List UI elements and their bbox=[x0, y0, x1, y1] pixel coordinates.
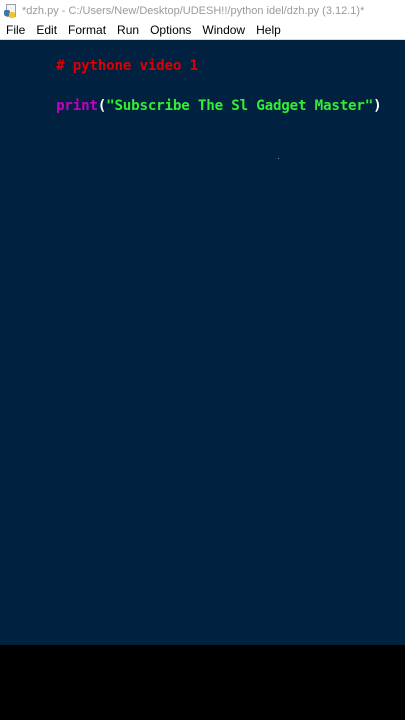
open-paren: ( bbox=[97, 98, 107, 114]
string-literal: "Subscribe The Sl Gadget Master" bbox=[106, 98, 374, 114]
comment-text: # pythone video 1 bbox=[56, 58, 198, 74]
menu-bar: File Edit Format Run Options Window Help bbox=[0, 21, 405, 40]
black-bottom-area bbox=[0, 645, 405, 720]
title-bar[interactable]: *dzh.py - C:/Users/New/Desktop/UDESH!!/p… bbox=[0, 0, 405, 21]
menu-window[interactable]: Window bbox=[196, 21, 250, 40]
menu-run[interactable]: Run bbox=[111, 21, 144, 40]
mouse-pointer-dot bbox=[278, 158, 279, 159]
menu-file[interactable]: File bbox=[0, 21, 30, 40]
code-editor[interactable]: # pythone video 1 print("Subscribe The S… bbox=[0, 40, 405, 645]
window-title: *dzh.py - C:/Users/New/Desktop/UDESH!!/p… bbox=[22, 4, 365, 17]
menu-format[interactable]: Format bbox=[62, 21, 111, 40]
python-file-icon bbox=[4, 3, 18, 18]
menu-help[interactable]: Help bbox=[250, 21, 286, 40]
code-line-print: print("Subscribe The Sl Gadget Master") bbox=[6, 82, 382, 130]
idle-editor-window: *dzh.py - C:/Users/New/Desktop/UDESH!!/p… bbox=[0, 0, 405, 645]
menu-options[interactable]: Options bbox=[144, 21, 196, 40]
builtin-print: print bbox=[56, 98, 98, 114]
menu-edit[interactable]: Edit bbox=[30, 21, 62, 40]
close-paren: ) bbox=[373, 98, 382, 114]
